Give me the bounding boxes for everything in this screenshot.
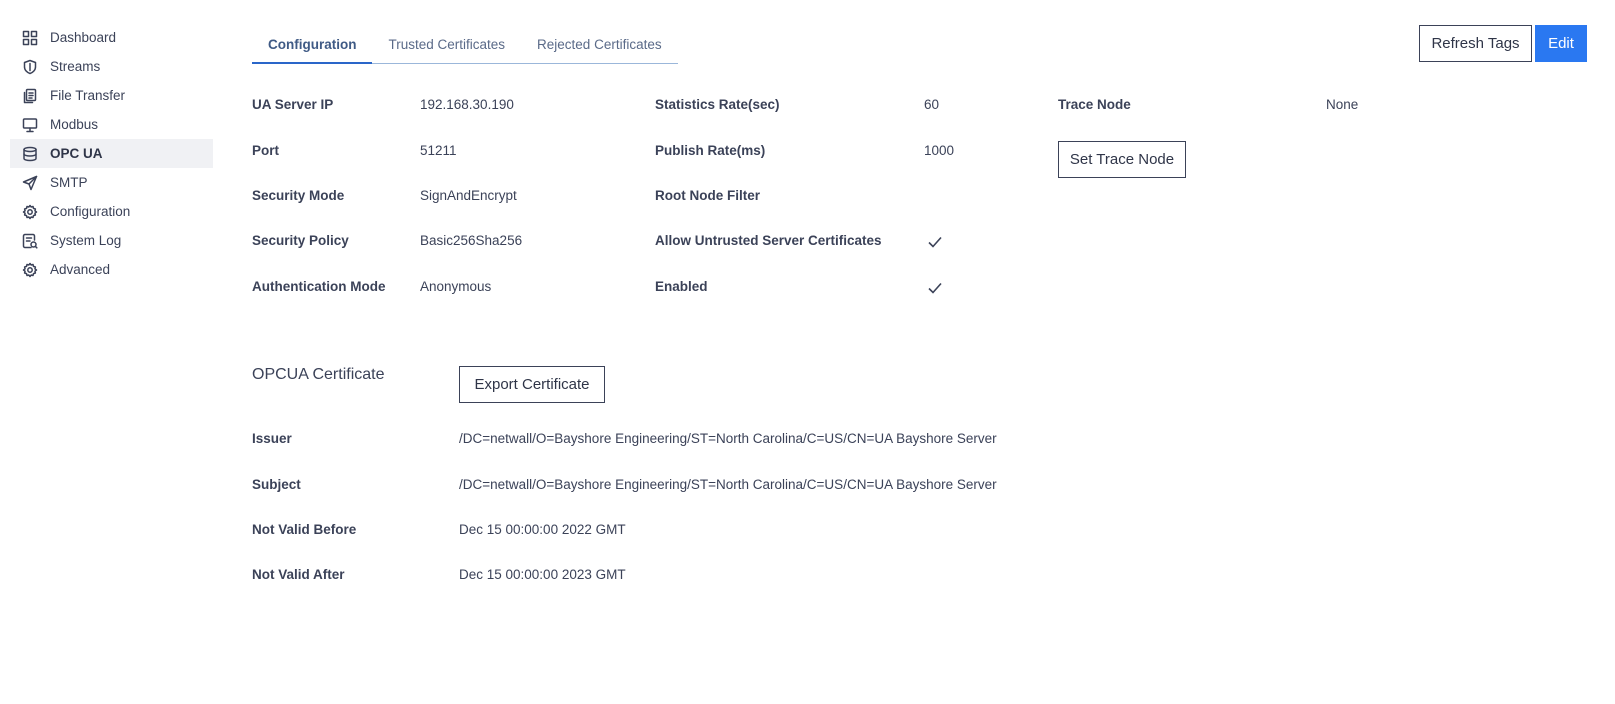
shield-icon [22,59,38,75]
not-valid-before-label: Not Valid Before [252,522,357,537]
tab-trusted-certificates[interactable]: Trusted Certificates [372,26,522,64]
sidebar-item-label: SMTP [50,175,88,190]
subject-value: /DC=netwall/O=Bayshore Engineering/ST=No… [459,477,997,492]
statistics-rate-label: Statistics Rate(sec) [655,97,780,112]
gear-icon [22,204,38,220]
authentication-mode-label: Authentication Mode [252,279,386,294]
allow-untrusted-label: Allow Untrusted Server Certificates [655,233,882,248]
statistics-rate-value: 60 [924,97,940,112]
sidebar-item-modbus[interactable]: Modbus [10,110,213,139]
sidebar-item-label: Modbus [50,117,99,132]
dashboard-icon [22,30,38,46]
publish-rate-label: Publish Rate(ms) [655,143,766,158]
port-value: 51211 [420,143,457,158]
sidebar-item-label: File Transfer [50,88,126,103]
tab-bar: Configuration Trusted Certificates Rejec… [252,26,678,64]
issuer-value: /DC=netwall/O=Bayshore Engineering/ST=No… [459,431,997,446]
sidebar-item-system-log[interactable]: System Log [10,226,213,255]
ua-server-ip-label: UA Server IP [252,97,334,112]
sidebar-item-streams[interactable]: Streams [10,52,213,81]
not-valid-after-value: Dec 15 00:00:00 2023 GMT [459,567,626,582]
tab-rejected-certificates[interactable]: Rejected Certificates [521,26,678,64]
database-icon [22,146,38,162]
not-valid-before-value: Dec 15 00:00:00 2022 GMT [459,522,626,537]
port-label: Port [252,143,279,158]
not-valid-after-label: Not Valid After [252,567,345,582]
check-icon [927,234,943,250]
sidebar: Dashboard Streams File Transfer Modbus O… [10,23,213,284]
export-certificate-button[interactable]: Export Certificate [459,366,605,403]
sidebar-item-label: Configuration [50,204,131,219]
sidebar-item-label: OPC UA [50,146,103,161]
ua-server-ip-value: 192.168.30.190 [420,97,514,112]
subject-label: Subject [252,477,301,492]
trace-node-value: None [1326,97,1359,112]
trace-node-label: Trace Node [1058,97,1131,112]
log-icon [22,233,38,249]
security-policy-label: Security Policy [252,233,349,248]
sidebar-item-opc-ua[interactable]: OPC UA [10,139,213,168]
sidebar-item-label: Dashboard [50,30,117,45]
edit-button[interactable]: Edit [1535,25,1587,62]
security-policy-value: Basic256Sha256 [420,233,523,248]
send-icon [22,175,38,191]
sidebar-item-label: Advanced [50,262,111,277]
tab-configuration[interactable]: Configuration [252,26,373,64]
sidebar-item-file-transfer[interactable]: File Transfer [10,81,213,110]
set-trace-node-button[interactable]: Set Trace Node [1058,141,1186,178]
authentication-mode-value: Anonymous [420,279,492,294]
certificate-section-title: OPCUA Certificate [252,366,385,383]
security-mode-label: Security Mode [252,188,345,203]
refresh-tags-button[interactable]: Refresh Tags [1419,25,1532,62]
monitor-icon [22,117,38,133]
sidebar-item-label: Streams [50,59,101,74]
sidebar-item-configuration[interactable]: Configuration [10,197,213,226]
sidebar-item-label: System Log [50,233,122,248]
check-icon [927,280,943,296]
gear-icon [22,262,38,278]
enabled-label: Enabled [655,279,708,294]
issuer-label: Issuer [252,431,292,446]
sidebar-item-advanced[interactable]: Advanced [10,255,213,284]
sidebar-item-dashboard[interactable]: Dashboard [10,23,213,52]
files-icon [22,88,38,104]
publish-rate-value: 1000 [924,143,955,158]
sidebar-item-smtp[interactable]: SMTP [10,168,213,197]
security-mode-value: SignAndEncrypt [420,188,517,203]
root-node-filter-label: Root Node Filter [655,188,760,203]
